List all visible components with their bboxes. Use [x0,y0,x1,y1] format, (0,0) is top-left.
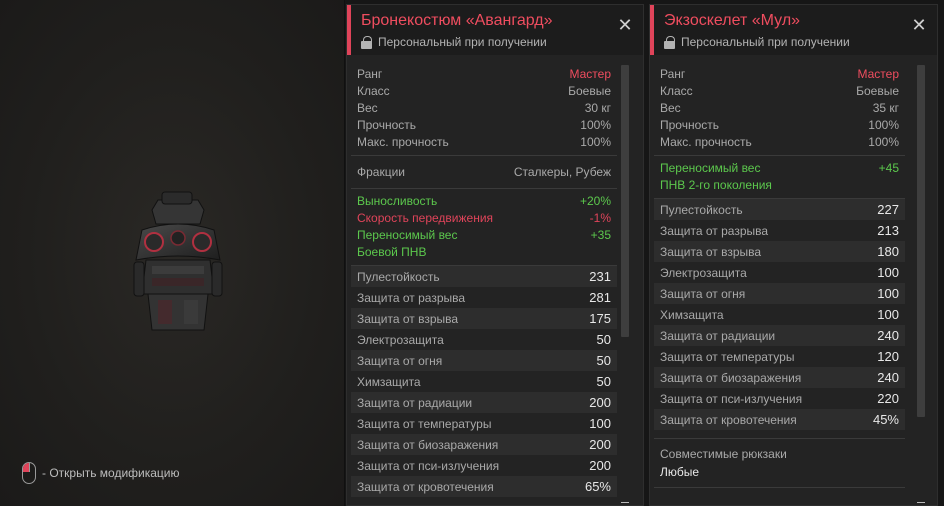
info-section: Ранг Мастер Класс Боевые Вес 30 кг Прочност… [351,62,617,156]
lock-icon [664,35,675,49]
stat-row: Защита от пси-излучения 200 [351,455,617,476]
stat-row: Защита от взрыва 175 [351,308,617,329]
hint-text: - Открыть модификацию [42,466,180,480]
lock-icon [361,35,372,49]
info-row: Прочность 100% [357,118,611,132]
stat-row: Защита от разрыва 213 [654,220,905,241]
stat-row: Электрозащита 50 [351,329,617,350]
card-header: Бронекостюм «Авангард» Персональный при … [347,5,643,55]
card-subtitle: Персональный при получении [361,34,643,50]
compatible-backpacks-value: Любые [660,465,700,479]
bonus-row: Переносимый вес +45 [660,161,899,175]
stat-row: Пулестойкость 227 [654,199,905,220]
info-section: Ранг Мастер Класс Боевые Вес 35 кг Прочност… [654,62,905,156]
bonus-row: Выносливость +20% [357,194,611,208]
scrollbar[interactable] [621,65,629,503]
open-modification-hint: - Открыть модификацию [22,461,180,485]
info-row: Вес 30 кг [357,101,611,115]
stat-row: Защита от огня 100 [654,283,905,304]
info-row: Класс Боевые [357,84,611,98]
stat-row: Защита от радиации 240 [654,325,905,346]
stat-row: Защита от биозаражения 240 [654,367,905,388]
factions-section: Фракции Сталкеры, Рубеж [351,156,617,189]
protection-stats: Пулестойкость 227 Защита от разрыва 213 За… [654,199,905,430]
scrollbar[interactable] [917,65,925,503]
item-card-mul: Экзоскелет «Мул» Персональный при получе… [649,4,938,506]
bonus-row: Скорость передвижения -1% [357,211,611,225]
stat-row: Защита от кровотечения 65% [351,476,617,497]
bonus-row: Боевой ПНВ [357,245,427,259]
stat-row: Электрозащита 100 [654,262,905,283]
compatible-backpacks: Совместимые рюкзаки Любые [654,438,905,488]
factions-value: Сталкеры, Рубеж [513,165,611,179]
factions-label: Фракции [357,165,405,179]
stat-row: Защита от пси-излучения 220 [654,388,905,409]
stat-row: Защита от взрыва 180 [654,241,905,262]
info-row: Макс. прочность 100% [357,135,611,149]
stat-row: Защита от температуры 120 [654,346,905,367]
close-icon[interactable]: ✕ [617,16,633,34]
card-title: Бронекостюм «Авангард» [361,12,553,29]
scrollbar-thumb[interactable] [917,65,925,417]
bonus-row: ПНВ 2-го поколения [660,178,772,192]
card-subtitle: Персональный при получении [664,34,937,50]
bonuses-section: Выносливость +20% Скорость передвижения -1… [351,189,617,266]
stat-row: Защита от температуры 100 [351,413,617,434]
info-row: Макс. прочность 100% [660,135,899,149]
stat-row: Защита от кровотечения 45% [654,409,905,430]
bonuses-section: Переносимый вес +45 ПНВ 2-го поколения [654,156,905,199]
info-row: Ранг Мастер [357,67,611,81]
item-card-avangard: Бронекостюм «Авангард» Персональный при … [346,4,644,506]
stat-row: Химзащита 50 [351,371,617,392]
info-row: Ранг Мастер [660,67,899,81]
mouse-left-click-icon [22,462,36,484]
card-header: Экзоскелет «Мул» Персональный при получе… [650,5,937,55]
card-body[interactable]: Ранг Мастер Класс Боевые Вес 35 кг Прочност… [654,62,905,505]
info-row: Класс Боевые [660,84,899,98]
card-title: Экзоскелет «Мул» [664,12,801,29]
item-preview[interactable]: - Открыть модификацию [0,0,345,506]
armor-model-image [133,191,223,331]
protection-stats: Пулестойкость 231 Защита от разрыва 281 За… [351,266,617,497]
card-body[interactable]: Ранг Мастер Класс Боевые Вес 30 кг Прочност… [351,62,617,505]
stat-row: Защита от биозаражения 200 [351,434,617,455]
stat-row: Защита от радиации 200 [351,392,617,413]
stat-row: Химзащита 100 [654,304,905,325]
bonus-row: Переносимый вес +35 [357,228,611,242]
info-row: Прочность 100% [660,118,899,132]
info-row: Вес 35 кг [660,101,899,115]
close-icon[interactable]: ✕ [911,16,927,34]
compatible-backpacks-label: Совместимые рюкзаки [660,447,787,461]
stat-row: Защита от разрыва 281 [351,287,617,308]
stat-row: Защита от огня 50 [351,350,617,371]
scrollbar-thumb[interactable] [621,65,629,337]
stat-row: Пулестойкость 231 [351,266,617,287]
